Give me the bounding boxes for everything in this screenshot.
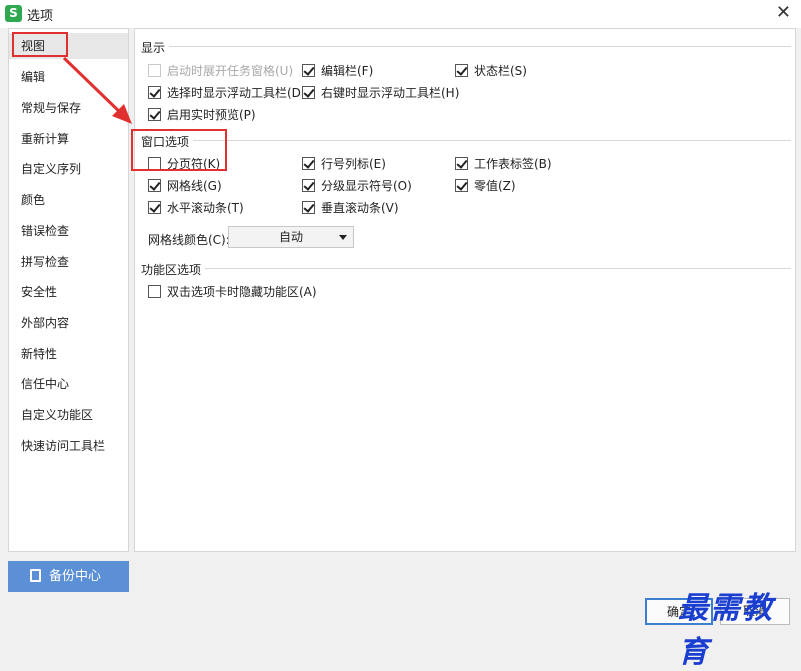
section-divider xyxy=(143,46,791,47)
checkbox[interactable] xyxy=(302,201,315,214)
sidebar-item-error-check[interactable]: 错误检查 xyxy=(9,218,128,244)
option-live-preview[interactable]: 启用实时预览(P) xyxy=(148,107,256,123)
checkbox[interactable] xyxy=(148,285,161,298)
option-v-scrollbar[interactable]: 垂直滚动条(V) xyxy=(302,200,399,216)
sidebar-item-recalc[interactable]: 重新计算 xyxy=(9,126,128,152)
checkbox[interactable] xyxy=(455,179,468,192)
option-gridlines[interactable]: 网格线(G) xyxy=(148,178,222,194)
grid-color-label: 网格线颜色(C): xyxy=(148,233,230,247)
option-float-toolbar-rightclick[interactable]: 右键时显示浮动工具栏(H) xyxy=(302,85,459,101)
checkbox[interactable] xyxy=(148,86,161,99)
grid-color-select[interactable]: 自动 xyxy=(228,226,354,248)
sidebar: 视图 编辑 常规与保存 重新计算 自定义序列 颜色 错误检查 拼写检查 安全性 … xyxy=(8,28,129,552)
watermark-logo: 最需教育 xyxy=(678,591,774,670)
checkbox[interactable] xyxy=(302,64,315,77)
backup-center-label: 备份中心 xyxy=(49,569,102,584)
sidebar-item-external-content[interactable]: 外部内容 xyxy=(9,310,128,336)
section-divider xyxy=(143,140,791,141)
option-formula-bar[interactable]: 编辑栏(F) xyxy=(302,63,373,79)
grid-color-value: 自动 xyxy=(278,230,303,244)
sidebar-item-custom-ribbon[interactable]: 自定义功能区 xyxy=(9,402,128,428)
close-icon[interactable]: ✕ xyxy=(776,2,791,23)
checkbox[interactable] xyxy=(455,157,468,170)
section-title-display: 显示 xyxy=(141,39,170,56)
sidebar-item-quick-access[interactable]: 快速访问工具栏 xyxy=(9,433,128,459)
sidebar-item-spell-check[interactable]: 拼写检查 xyxy=(9,249,128,275)
option-h-scrollbar[interactable]: 水平滚动条(T) xyxy=(148,200,244,216)
checkbox[interactable] xyxy=(148,64,161,77)
sidebar-item-edit[interactable]: 编辑 xyxy=(9,64,128,90)
sidebar-item-color[interactable]: 颜色 xyxy=(9,187,128,213)
option-float-toolbar-select[interactable]: 选择时显示浮动工具栏(D) xyxy=(148,85,306,101)
checkbox[interactable] xyxy=(302,179,315,192)
option-status-bar[interactable]: 状态栏(S) xyxy=(455,63,527,79)
checkbox[interactable] xyxy=(148,108,161,121)
title-bar: S 选项 ✕ xyxy=(0,0,801,28)
sidebar-item-new-features[interactable]: 新特性 xyxy=(9,341,128,367)
checkbox[interactable] xyxy=(302,86,315,99)
sidebar-item-general-save[interactable]: 常规与保存 xyxy=(9,95,128,121)
option-row-col-headers[interactable]: 行号列标(E) xyxy=(302,156,386,172)
highlight-box-page-break xyxy=(131,129,227,171)
option-sheet-tabs[interactable]: 工作表标签(B) xyxy=(455,156,552,172)
checkbox[interactable] xyxy=(302,157,315,170)
backup-center-button[interactable]: 备份中心 xyxy=(8,561,129,592)
section-divider xyxy=(143,268,791,269)
option-outline-symbols[interactable]: 分级显示符号(O) xyxy=(302,178,412,194)
options-panel: 显示 启动时展开任务窗格(U) 编辑栏(F) 状态栏(S) 选择时显示浮动工具栏… xyxy=(131,28,796,552)
highlight-box-view xyxy=(12,32,68,57)
option-zero-values[interactable]: 零值(Z) xyxy=(455,178,516,194)
option-expand-task-pane[interactable]: 启动时展开任务窗格(U) xyxy=(148,63,293,79)
checkbox[interactable] xyxy=(148,179,161,192)
checkbox[interactable] xyxy=(455,64,468,77)
backup-icon xyxy=(30,569,41,582)
checkbox[interactable] xyxy=(148,201,161,214)
sidebar-item-custom-list[interactable]: 自定义序列 xyxy=(9,156,128,182)
section-title-ribbon-options: 功能区选项 xyxy=(141,261,206,278)
chevron-down-icon xyxy=(339,235,347,240)
sidebar-item-trust-center[interactable]: 信任中心 xyxy=(9,371,128,397)
app-icon: S xyxy=(5,5,22,22)
option-hide-ribbon-dblclick[interactable]: 双击选项卡时隐藏功能区(A) xyxy=(148,284,317,300)
window-title: 选项 xyxy=(27,9,54,24)
sidebar-item-security[interactable]: 安全性 xyxy=(9,279,128,305)
